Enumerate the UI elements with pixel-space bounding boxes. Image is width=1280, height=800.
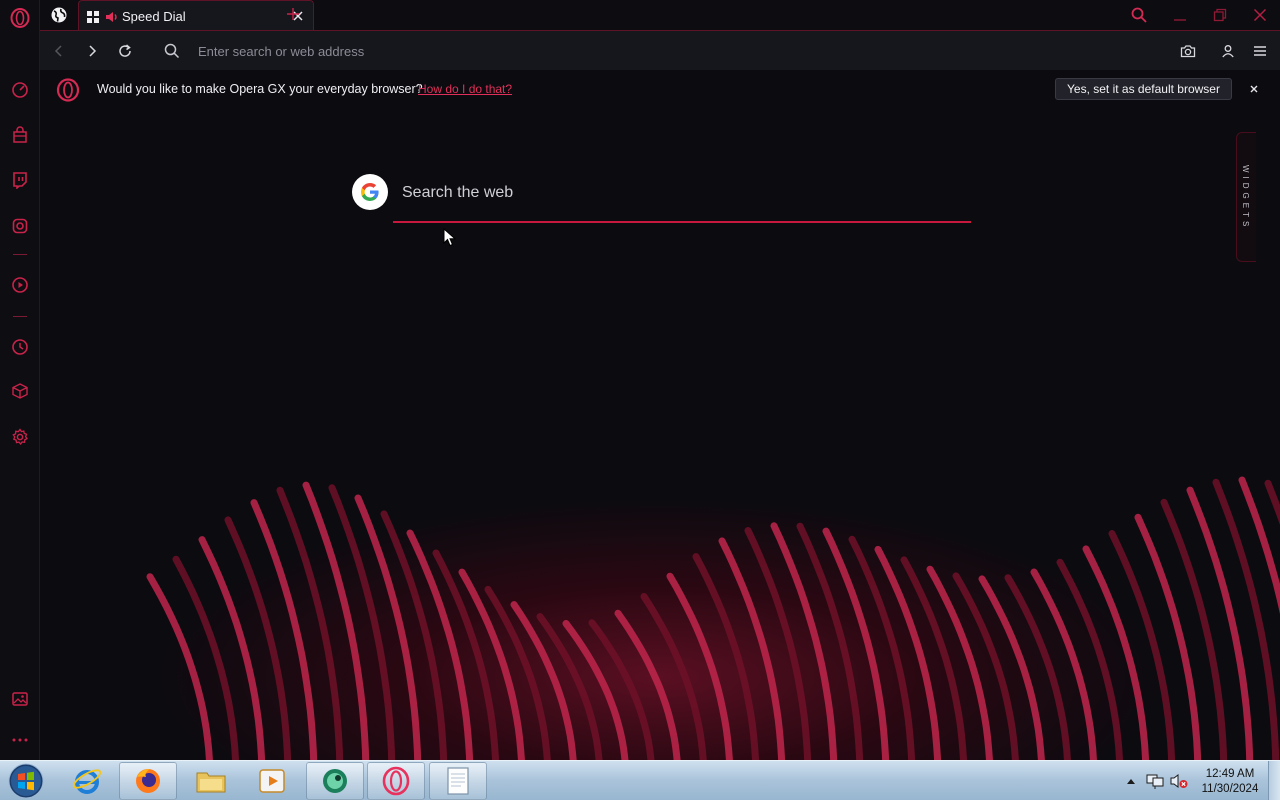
back-icon[interactable] (49, 41, 69, 61)
forward-icon[interactable] (82, 41, 102, 61)
reload-icon[interactable] (115, 41, 135, 61)
start-button[interactable] (4, 762, 48, 800)
windows-taskbar: 12:49 AM 11/30/2024 (0, 760, 1280, 800)
opera-logo-icon[interactable] (9, 7, 31, 29)
address-input[interactable] (198, 40, 698, 62)
close-window-icon[interactable] (1250, 5, 1270, 25)
history-icon[interactable] (9, 336, 31, 358)
speed-dial-grid-icon (87, 10, 99, 23)
widgets-label: WIDGETS (1241, 165, 1250, 231)
show-hidden-icons-icon[interactable] (1124, 761, 1138, 800)
camera-icon[interactable] (1178, 41, 1198, 61)
tab-title: Speed Dial (122, 9, 186, 24)
search-input[interactable] (402, 181, 962, 205)
easy-setup-menu-icon[interactable] (1250, 41, 1270, 61)
widgets-toggle[interactable]: WIDGETS (1236, 132, 1256, 262)
coccoc-browser-icon[interactable] (306, 762, 364, 800)
volume-muted-icon[interactable] (1168, 761, 1190, 800)
firefox-icon[interactable] (119, 762, 177, 800)
web-search (352, 174, 972, 224)
minimize-icon[interactable] (1170, 5, 1190, 25)
search-icon (162, 41, 182, 61)
clock-time: 12:49 AM (1205, 768, 1255, 780)
sidebar-separator (13, 254, 27, 255)
twitch-icon[interactable] (9, 169, 31, 191)
speed-dial-page: Would you like to make Opera GX your eve… (40, 70, 1280, 760)
sidebar-separator (13, 316, 27, 317)
default-browser-banner: Would you like to make Opera GX your eve… (40, 70, 1280, 108)
toolbar (40, 30, 1280, 70)
network-icon[interactable] (1144, 761, 1166, 800)
speedometer-icon[interactable] (9, 79, 31, 101)
clock-date: 11/30/2024 (1201, 783, 1259, 795)
internet-explorer-icon[interactable] (58, 762, 116, 800)
restore-icon[interactable] (1210, 5, 1230, 25)
tab-strip: Speed Dial (40, 0, 1280, 31)
banner-message: Would you like to make Opera GX your eve… (97, 82, 423, 96)
mouse-cursor-icon (443, 227, 457, 248)
google-logo-icon[interactable] (352, 174, 388, 210)
settings-icon[interactable] (9, 426, 31, 448)
opera-gx-logo-icon (56, 78, 80, 102)
player-icon[interactable] (9, 274, 31, 296)
system-clock[interactable]: 12:49 AM 11/30/2024 (1190, 767, 1270, 797)
shopping-bag-icon[interactable] (9, 124, 31, 146)
wallpaper-icon[interactable] (9, 688, 31, 710)
how-do-i-do-that-link[interactable]: How do I do that? (418, 82, 512, 96)
instagram-icon[interactable] (9, 215, 31, 237)
show-desktop-button[interactable] (1268, 761, 1280, 800)
new-tab-plus-icon[interactable] (284, 5, 302, 23)
profile-icon[interactable] (1218, 41, 1238, 61)
file-explorer-icon[interactable] (182, 762, 240, 800)
cube-icon[interactable] (9, 380, 31, 402)
more-options-icon[interactable] (9, 729, 31, 751)
tab-speed-dial[interactable]: Speed Dial (78, 0, 314, 31)
banner-close-icon[interactable] (1247, 82, 1261, 96)
globe-icon[interactable] (50, 6, 68, 24)
sidebar (0, 0, 40, 760)
notepad-icon[interactable] (429, 762, 487, 800)
wallpaper-wave (146, 476, 1280, 760)
opera-gx-taskbar-icon[interactable] (367, 762, 425, 800)
media-player-icon[interactable] (243, 762, 301, 800)
search-tabs-icon[interactable] (1129, 5, 1149, 25)
set-default-browser-button[interactable]: Yes, set it as default browser (1055, 78, 1232, 100)
search-underline (393, 221, 971, 223)
speaker-icon[interactable] (105, 10, 119, 22)
